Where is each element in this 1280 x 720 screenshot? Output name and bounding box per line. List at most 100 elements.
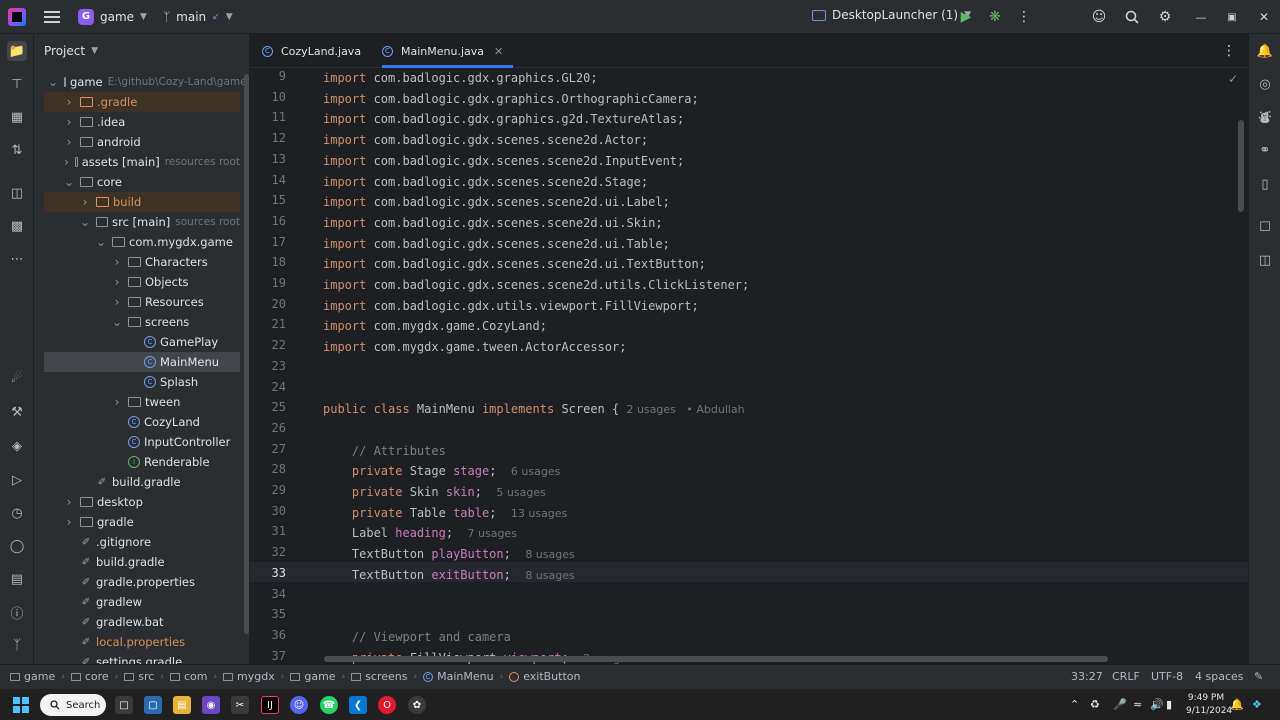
tree-item[interactable]: ⌄ src [main] sources root (44, 212, 240, 232)
store-icon[interactable]: ▢ (144, 696, 162, 714)
branch-name[interactable]: main (176, 10, 206, 24)
show-hidden-icons-icon[interactable]: ⌃ (1070, 698, 1079, 711)
tree-item[interactable]: › gradle (44, 512, 240, 532)
add-user-icon[interactable]: ☺ (1090, 8, 1108, 26)
project-panel-header[interactable]: Project ▼ (34, 34, 249, 68)
project-name[interactable]: game (100, 10, 134, 24)
terminal-icon[interactable]: ▤ (7, 569, 27, 589)
tray-app-icon[interactable]: ♻ (1090, 698, 1100, 711)
tree-item[interactable]: ⌄ game E:\github\Cozy-Land\game (44, 72, 247, 92)
code-line[interactable]: // Attributes (323, 442, 446, 462)
device-manager-icon[interactable]: ▯ (1255, 174, 1275, 194)
structure-icon[interactable]: ▦ (7, 107, 27, 127)
tab-mainmenu[interactable]: C MainMenu.java ✕ (382, 34, 514, 68)
profiler-icon[interactable]: ◷ (7, 503, 27, 523)
tree-item[interactable]: ✐ .gitignore (44, 532, 240, 552)
tree-item[interactable]: › Objects (44, 272, 240, 292)
bookmarks-icon[interactable]: ◫ (7, 183, 27, 203)
branch-icon[interactable]: ᛉ (163, 10, 170, 24)
code-line[interactable]: import com.badlogic.gdx.scenes.scene2d.u… (323, 193, 670, 213)
code-line[interactable]: import com.badlogic.gdx.graphics.g2d.Tex… (323, 110, 684, 130)
device-explorer-icon[interactable]: ◫ (1255, 250, 1275, 270)
tree-item[interactable]: › .gradle (44, 92, 240, 112)
discord-icon[interactable]: ☺ (290, 696, 308, 714)
run-icon[interactable]: ▶ (957, 8, 975, 26)
volume-icon[interactable]: 🔊 (1150, 698, 1164, 711)
code-line[interactable]: import com.badlogic.gdx.scenes.scene2d.u… (323, 235, 670, 255)
breadcrumb-item[interactable]: core (70, 670, 109, 683)
breadcrumb-item[interactable]: exitButton (509, 670, 581, 683)
endpoints-icon[interactable]: ⚭ (1255, 140, 1275, 160)
app-icon[interactable]: ◉ (202, 696, 220, 714)
chevron-right-icon[interactable]: › (64, 135, 74, 149)
code-line[interactable]: private Table table; 13 usages (323, 504, 567, 524)
pull-requests-icon[interactable]: ⇅ (7, 140, 27, 160)
chevron-down-icon[interactable]: ▼ (140, 12, 147, 22)
build-hammer-icon[interactable]: ⚒ (7, 402, 27, 422)
copilot-icon[interactable]: ❖ (1252, 698, 1262, 711)
battery-icon[interactable]: ▮ (1166, 698, 1172, 711)
tree-item[interactable]: ⌄ core (44, 172, 240, 192)
intellij-logo-icon[interactable] (8, 7, 26, 26)
intellij-taskbar-icon[interactable]: IJ (261, 696, 279, 714)
caret-position[interactable]: 33:27 (1071, 670, 1103, 683)
line-ending[interactable]: CRLF (1112, 670, 1140, 683)
chevron-right-icon[interactable]: › (112, 295, 122, 309)
breadcrumb-item[interactable]: game (10, 670, 55, 683)
notifications-icon[interactable]: 🔔 (1255, 41, 1275, 61)
services-icon[interactable]: ◯ (7, 536, 27, 556)
breadcrumb-item[interactable]: src (124, 670, 154, 683)
debug-icon[interactable]: ❋ (986, 8, 1004, 26)
more-options-icon[interactable]: ⋮ (1015, 8, 1033, 26)
tree-item[interactable]: C GamePlay (44, 332, 240, 352)
tree-item[interactable]: › Resources (44, 292, 240, 312)
settings-gear-icon[interactable]: ⚙ (1156, 8, 1174, 26)
chevron-right-icon[interactable]: › (64, 95, 74, 109)
close-icon[interactable]: ✕ (1255, 8, 1273, 26)
chevron-right-icon[interactable]: › (64, 495, 74, 509)
android-icon[interactable]: ◈ (7, 436, 27, 456)
tree-item[interactable]: ⌄ com.mygdx.game (44, 232, 240, 252)
tree-item[interactable]: ✐ gradle.properties (44, 572, 240, 592)
tree-item[interactable]: ✐ gradlew (44, 592, 240, 612)
chevron-down-icon[interactable]: ⌄ (80, 215, 90, 229)
chevron-down-icon[interactable]: ⌄ (96, 235, 106, 249)
tree-item[interactable]: › android (44, 132, 240, 152)
project-folder-icon[interactable]: 📁 (7, 41, 27, 61)
tree-item[interactable]: › assets [main] resources root (44, 152, 240, 172)
tree-item[interactable]: › .idea (44, 112, 240, 132)
code-line[interactable]: import com.mygdx.game.tween.ActorAccesso… (323, 338, 626, 358)
chevron-right-icon[interactable]: › (64, 115, 74, 129)
code-line[interactable]: import com.badlogic.gdx.scenes.scene2d.u… (323, 276, 749, 296)
read-only-lock-icon[interactable]: ✎ (1254, 670, 1263, 683)
tree-item[interactable]: ✐ local.properties (44, 632, 240, 652)
wifi-icon[interactable]: ≈ (1133, 698, 1142, 711)
code-line[interactable]: import com.badlogic.gdx.scenes.scene2d.S… (323, 173, 648, 193)
tree-item[interactable]: ✐ build.gradle (44, 472, 240, 492)
microphone-icon[interactable]: 🎤 (1113, 698, 1127, 711)
tab-options-icon[interactable]: ⋮ (1220, 42, 1238, 60)
file-encoding[interactable]: UTF-8 (1151, 670, 1183, 683)
task-view-icon[interactable]: □ (115, 696, 133, 714)
notification-bell-icon[interactable]: 🔔 (1230, 698, 1244, 711)
no-problems-check-icon[interactable]: ✓ (1228, 72, 1238, 86)
tree-item[interactable]: ✐ build.gradle (44, 552, 240, 572)
windows-start-icon[interactable] (13, 697, 29, 713)
chevron-right-icon[interactable]: › (64, 155, 69, 169)
tree-item[interactable]: C InputController (44, 432, 240, 452)
more-tools-icon[interactable]: ⋯ (7, 249, 27, 269)
code-line[interactable]: private Stage stage; 6 usages (323, 462, 560, 482)
tab-cozyland[interactable]: C CozyLand.java (262, 34, 361, 68)
chevron-down-icon[interactable]: ⌄ (64, 175, 74, 189)
code-editor[interactable]: import com.badlogic.gdx.graphics.GL20; im… (314, 68, 1214, 665)
tree-item[interactable]: C Splash (44, 372, 240, 392)
code-line[interactable]: import com.badlogic.gdx.utils.viewport.F… (323, 297, 699, 317)
code-line[interactable]: Label heading; 7 usages (323, 524, 517, 544)
tree-item[interactable]: C CozyLand (44, 412, 240, 432)
run-config-selector[interactable]: DesktopLauncher (1) ▼ (812, 8, 971, 22)
indent-setting[interactable]: 4 spaces (1195, 670, 1244, 683)
chevron-down-icon[interactable]: ⌄ (48, 75, 58, 89)
chevron-right-icon[interactable]: › (64, 515, 74, 529)
code-line[interactable]: import com.badlogic.gdx.scenes.scene2d.I… (323, 152, 684, 172)
problems-icon[interactable]: ⓘ (7, 602, 27, 622)
